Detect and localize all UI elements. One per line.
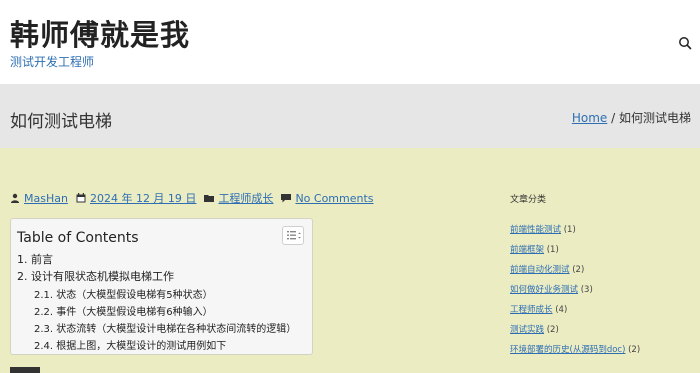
category-count: (1) — [563, 225, 576, 235]
breadcrumb-current: 如何测试电梯 — [618, 111, 691, 125]
category-item-link[interactable]: 工程师成长 — [510, 305, 553, 315]
toc-title: Table of Contents — [17, 230, 139, 246]
category-link[interactable]: 工程师成长 — [218, 190, 273, 206]
category-item-link[interactable]: 前端性能测试 — [510, 225, 561, 235]
category-item: 测试实践 (2) — [510, 323, 559, 335]
toc-subitem[interactable]: 2.3. 状态流转（大模型设计电梯在各种状态间流转的逻辑） — [34, 320, 296, 335]
comment-icon — [281, 193, 292, 203]
category-item: 工程师成长 (4) — [510, 303, 567, 315]
site-header: 韩师傅就是我 测试开发工程师 — [0, 0, 700, 84]
category-item: 前端性能测试 (1) — [510, 223, 576, 235]
breadcrumb-separator: / — [611, 111, 616, 125]
category-item: 如何做好业务测试 (3) — [510, 283, 593, 295]
post-meta: MasHan 2024 年 12 月 19 日 工程师成长 No Comment… — [10, 190, 382, 206]
table-of-contents: Table of Contents 1. 前言 2. 设计有限状态机模拟电梯工作… — [10, 218, 313, 355]
category-item-link[interactable]: 前端框架 — [510, 245, 544, 255]
toc-item[interactable]: 2. 设计有限状态机模拟电梯工作 — [17, 268, 174, 284]
cut-off-heading — [10, 367, 40, 373]
comments-link[interactable]: No Comments — [295, 192, 373, 205]
toc-item[interactable]: 1. 前言 — [17, 251, 53, 267]
category-count: (2) — [628, 345, 641, 355]
calendar-icon — [76, 193, 86, 203]
toc-subitem[interactable]: 2.1. 状态（大模型假设电梯有5种状态） — [34, 286, 213, 301]
author-link[interactable]: MasHan — [24, 192, 68, 205]
folder-icon — [204, 193, 215, 203]
category-count: (4) — [555, 305, 568, 315]
page-title: 如何测试电梯 — [10, 112, 112, 132]
category-widget-title: 文章分类 — [510, 195, 547, 205]
category-item: 环境部署的历史(从源码到doc) (2) — [510, 343, 640, 355]
date-link[interactable]: 2024 年 12 月 19 日 — [90, 190, 196, 206]
category-count: (2) — [546, 325, 559, 335]
category-item: 前端框架 (1) — [510, 243, 559, 255]
user-icon — [10, 193, 20, 203]
toc-toggle-button[interactable] — [282, 226, 304, 245]
toc-subitem[interactable]: 2.2. 事件（大模型假设电梯有6种输入） — [34, 303, 213, 318]
search-icon[interactable] — [678, 35, 692, 50]
category-item: 前端自动化测试 (2) — [510, 263, 584, 275]
breadcrumb-home-link[interactable]: Home — [572, 111, 607, 125]
site-description: 测试开发工程师 — [10, 55, 95, 69]
category-item-link[interactable]: 如何做好业务测试 — [510, 285, 578, 295]
category-item-link[interactable]: 环境部署的历史(从源码到doc) — [510, 345, 625, 355]
category-item-link[interactable]: 前端自动化测试 — [510, 265, 570, 275]
category-count: (2) — [572, 265, 585, 275]
list-icon — [287, 231, 301, 240]
breadcrumb: Home / 如何测试电梯 — [572, 109, 691, 126]
site-title[interactable]: 韩师傅就是我 — [10, 12, 190, 54]
category-count: (3) — [580, 285, 593, 295]
category-item-link[interactable]: 测试实践 — [510, 325, 544, 335]
toc-subitem[interactable]: 2.4. 根据上图，大模型设计的测试用例如下 — [34, 337, 226, 352]
category-count: (1) — [546, 245, 559, 255]
